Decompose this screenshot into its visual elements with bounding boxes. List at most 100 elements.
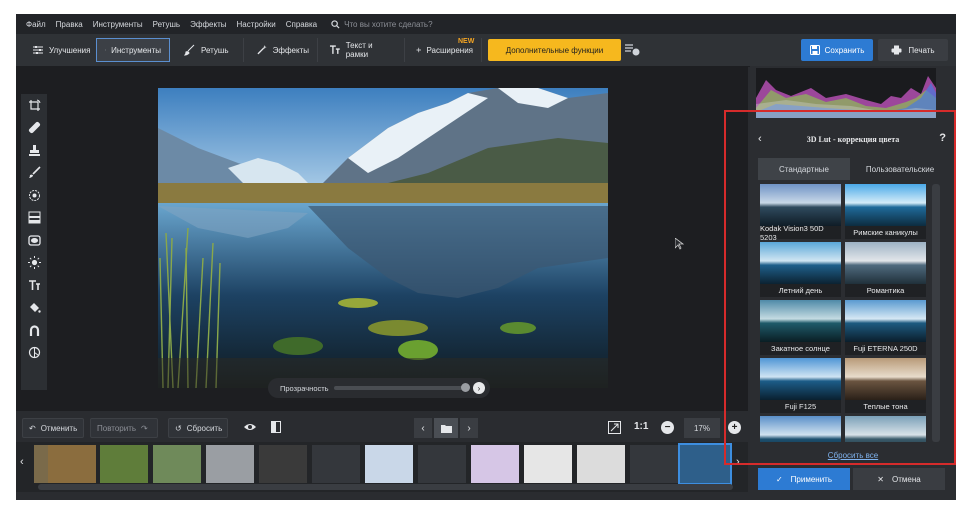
apply-button[interactable]: ✓ Применить [758, 468, 850, 490]
tab-custom[interactable]: Пользовательские [854, 158, 946, 180]
preset-card[interactable]: Летний день [760, 242, 841, 297]
geometry-icon[interactable] [21, 342, 47, 365]
prev-photo-button[interactable]: ‹ [414, 418, 432, 438]
filmstrip-thumb[interactable] [312, 445, 360, 483]
tab-label: Ретушь [201, 45, 229, 55]
lut-header: ‹ 3D Lut - коррекция цвета ? [750, 128, 956, 150]
filmstrip-thumb[interactable] [206, 445, 254, 483]
zoom-field[interactable]: 17% [684, 418, 720, 438]
sliders-icon [33, 46, 43, 54]
undo-icon: ↶ [29, 423, 36, 433]
filmstrip-scrollbar[interactable] [38, 484, 733, 490]
panel-settings-icon[interactable] [624, 43, 640, 57]
tab-text-frames[interactable]: Текст и рамки [321, 38, 405, 62]
healing-icon[interactable] [21, 117, 47, 140]
preset-card[interactable]: Fuji ETERNA 250D [845, 300, 926, 355]
filmstrip-thumb[interactable] [471, 445, 519, 483]
zoom-out-icon[interactable]: − [661, 421, 674, 434]
undo-button[interactable]: ↶ Отменить [22, 418, 84, 438]
light-icon[interactable] [21, 252, 47, 275]
preset-scrollbar[interactable] [932, 184, 940, 442]
extra-functions-button[interactable]: Дополнительные функции [488, 39, 621, 61]
horseshoe-icon[interactable] [21, 319, 47, 342]
cancel-button[interactable]: ✕ Отмена [853, 468, 945, 490]
folder-icon[interactable] [434, 418, 458, 438]
preset-thumbnail [845, 358, 926, 400]
arrow-right-icon[interactable]: › [473, 382, 485, 394]
main-photo[interactable] [158, 88, 608, 388]
crop-rotate-icon[interactable] [21, 94, 47, 117]
preset-card[interactable]: Романтика [845, 242, 926, 297]
filmstrip-prev-icon[interactable]: ‹ [20, 456, 24, 468]
preset-card[interactable] [845, 416, 926, 442]
compare-icon[interactable] [271, 421, 281, 435]
filmstrip-thumb-selected[interactable] [678, 443, 732, 485]
fullscreen-icon[interactable] [608, 421, 621, 436]
actual-size-button[interactable]: 1:1 [634, 421, 648, 432]
preset-card[interactable]: Kodak Vision3 50D 5203 [760, 184, 841, 242]
preset-label: Fuji F125 [760, 400, 841, 413]
tab-label: Текст и рамки [345, 41, 373, 59]
opacity-knob[interactable] [461, 383, 470, 392]
preset-card[interactable]: Fuji F125 [760, 358, 841, 413]
cursor-icon [674, 237, 685, 252]
vignette-icon[interactable] [21, 229, 47, 252]
filmstrip-thumb[interactable] [259, 445, 307, 483]
filmstrip-thumb[interactable] [418, 445, 466, 483]
menu-file[interactable]: Файл [26, 20, 46, 29]
filmstrip-thumb[interactable] [524, 445, 572, 483]
preset-card[interactable]: Теплые тона [845, 358, 926, 413]
preset-label: Закатное солнце [760, 342, 841, 355]
stamp-icon[interactable] [21, 139, 47, 162]
menu-edit[interactable]: Правка [56, 20, 83, 29]
menu-retouch[interactable]: Ретушь [153, 20, 181, 29]
filmstrip-thumb[interactable] [630, 445, 678, 483]
menu-tools[interactable]: Инструменты [93, 20, 143, 29]
reset-all-link[interactable]: Сбросить все [750, 451, 956, 460]
redo-button[interactable]: Повторить ↷ [90, 418, 158, 438]
help-icon[interactable]: ? [939, 132, 946, 144]
print-button[interactable]: Печать [878, 39, 948, 61]
tab-effects[interactable]: Эффекты [248, 38, 318, 62]
filmstrip-thumb[interactable] [100, 445, 148, 483]
filmstrip-thumb[interactable] [153, 445, 201, 483]
text-icon[interactable] [21, 274, 47, 297]
menu-help[interactable]: Справка [286, 20, 317, 29]
menu-search[interactable]: Что вы хотите сделать? [331, 20, 433, 29]
filmstrip-next-icon[interactable]: › [736, 456, 740, 468]
menu-effects[interactable]: Эффекты [190, 20, 226, 29]
filmstrip-thumb[interactable] [577, 445, 625, 483]
plus-icon [416, 47, 422, 53]
gradient-filter-icon[interactable] [21, 207, 47, 230]
filmstrip-thumb[interactable] [365, 445, 413, 483]
redo-label: Повторить [97, 423, 137, 433]
save-button[interactable]: Сохранить [801, 39, 873, 61]
apply-label: Применить [790, 474, 833, 484]
tab-tools[interactable]: Инструменты [96, 38, 170, 62]
preset-thumbnail [760, 242, 841, 284]
zoom-in-icon[interactable]: + [728, 421, 741, 434]
preset-label: Kodak Vision3 50D 5203 [760, 224, 841, 242]
brush-icon[interactable] [21, 162, 47, 185]
reset-button[interactable]: ↺ Сбросить [168, 418, 228, 438]
preset-card[interactable]: Закатное солнце [760, 300, 841, 355]
crop-icon [105, 49, 107, 51]
fill-icon[interactable] [21, 297, 47, 320]
opacity-slider[interactable]: Прозрачность › [268, 378, 490, 398]
tab-retouch[interactable]: Ретушь [176, 38, 244, 62]
tab-enhance[interactable]: Улучшения [24, 38, 101, 62]
preset-thumbnail [845, 300, 926, 342]
opacity-track[interactable] [334, 386, 468, 390]
next-photo-button[interactable]: › [460, 418, 478, 438]
radial-filter-icon[interactable] [21, 184, 47, 207]
preset-thumbnail [760, 416, 841, 442]
preset-card[interactable]: Римские каникулы [845, 184, 926, 239]
preset-label: Римские каникулы [845, 226, 926, 239]
filmstrip-thumb[interactable] [48, 445, 96, 483]
menu-settings[interactable]: Настройки [236, 20, 275, 29]
preset-card[interactable] [760, 416, 841, 442]
reset-icon: ↺ [175, 423, 182, 433]
tab-standard[interactable]: Стандартные [758, 158, 850, 180]
print-label: Печать [908, 45, 935, 55]
eye-icon[interactable] [243, 422, 257, 434]
